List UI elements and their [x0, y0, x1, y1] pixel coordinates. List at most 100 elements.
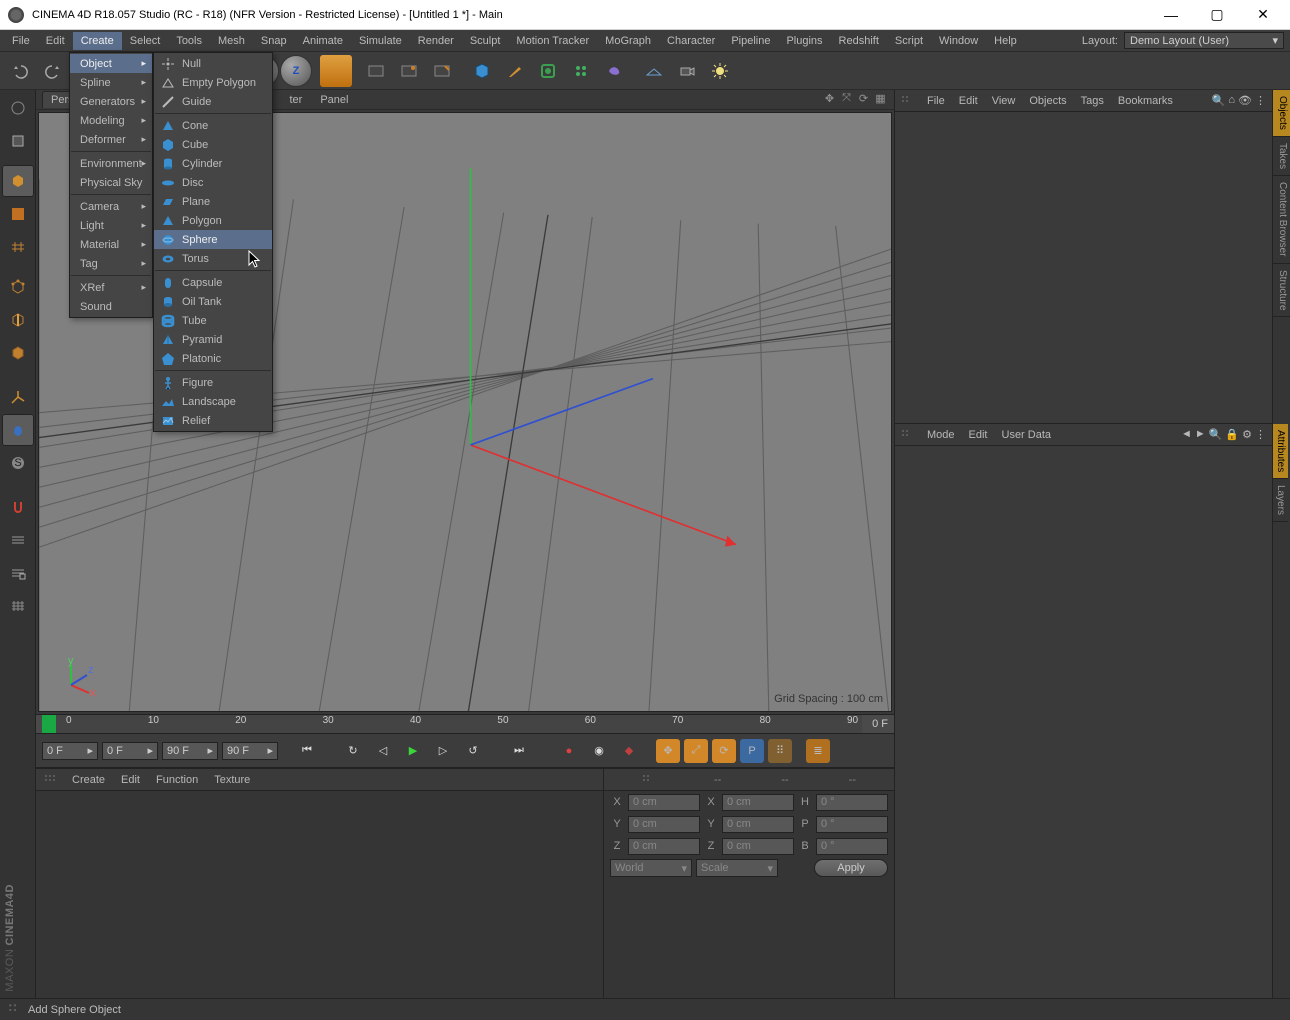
create-menu-environment[interactable]: Environment▸	[70, 154, 152, 173]
layout-combo[interactable]: Demo Layout (User)▾	[1124, 32, 1284, 49]
polygon-mode-button[interactable]	[2, 337, 34, 369]
menu-pipeline[interactable]: Pipeline	[723, 32, 778, 50]
coord-b-rot[interactable]: 0 °	[816, 838, 888, 855]
create-menu-tag[interactable]: Tag▸	[70, 254, 152, 273]
object-menu-pyramid[interactable]: Pyramid	[154, 330, 272, 349]
viewport-menu-panel[interactable]: Panel	[312, 94, 356, 106]
key-pla-button[interactable]: ⠿	[768, 739, 792, 763]
create-menu-deformer[interactable]: Deformer▸	[70, 130, 152, 149]
object-menu-polygon[interactable]: Polygon	[154, 211, 272, 230]
go-start-button[interactable]: ⏮	[294, 738, 320, 764]
object-menu-tube[interactable]: Tube	[154, 311, 272, 330]
menu-render[interactable]: Render	[410, 32, 462, 50]
loop-button[interactable]: ↻	[340, 738, 366, 764]
mat-menu-function[interactable]: Function	[156, 774, 198, 786]
menu-create[interactable]: Create	[73, 32, 122, 50]
zoom-view-icon[interactable]: ⤧	[839, 92, 854, 107]
frame-to-field[interactable]: 90 F▸	[162, 742, 218, 760]
obj-menu-bookmarks[interactable]: Bookmarks	[1118, 95, 1173, 107]
coord-apply-button[interactable]: Apply	[814, 859, 888, 877]
object-mode-button[interactable]	[2, 165, 34, 197]
create-menu-xref[interactable]: XRef▸	[70, 278, 152, 297]
menu-simulate[interactable]: Simulate	[351, 32, 410, 50]
eye-icon[interactable]: 👁	[1238, 94, 1252, 107]
attr-menu-mode[interactable]: Mode	[927, 429, 955, 441]
menu-help[interactable]: Help	[986, 32, 1025, 50]
obj-menu-edit[interactable]: Edit	[959, 95, 978, 107]
sidetab-attributes[interactable]: Attributes	[1273, 424, 1288, 479]
create-menu-generators[interactable]: Generators▸	[70, 92, 152, 111]
object-menu-landscape[interactable]: Landscape	[154, 392, 272, 411]
sidetab-takes[interactable]: Takes	[1273, 137, 1290, 176]
object-menu-empty-polygon[interactable]: Empty Polygon	[154, 73, 272, 92]
coord-z-pos[interactable]: 0 cm	[628, 838, 700, 855]
object-menu-relief[interactable]: Relief	[154, 411, 272, 430]
mat-menu-edit[interactable]: Edit	[121, 774, 140, 786]
menu-sculpt[interactable]: Sculpt	[462, 32, 509, 50]
frame-from-field[interactable]: 0 F▸	[102, 742, 158, 760]
timeline-playhead[interactable]	[42, 715, 56, 733]
object-menu-cylinder[interactable]: Cylinder	[154, 154, 272, 173]
key-pos-button[interactable]: ✥	[656, 739, 680, 763]
sidetab-layers[interactable]: Layers	[1273, 479, 1288, 522]
go-end-button[interactable]: ⏭	[506, 738, 532, 764]
model-mode-button[interactable]	[2, 125, 34, 157]
key-param-button[interactable]: P	[740, 739, 764, 763]
menu-snap[interactable]: Snap	[253, 32, 295, 50]
light-button[interactable]	[704, 55, 736, 87]
snap-button[interactable]	[2, 491, 34, 523]
object-menu-platonic[interactable]: Platonic	[154, 349, 272, 368]
soft-select-button[interactable]: S	[2, 447, 34, 479]
obj-menu-objects[interactable]: Objects	[1029, 95, 1066, 107]
generator-button[interactable]	[532, 55, 564, 87]
keyframe-set-button[interactable]: ◆	[616, 738, 642, 764]
obj-menu-file[interactable]: File	[927, 95, 945, 107]
menu-mograph[interactable]: MoGraph	[597, 32, 659, 50]
record-button[interactable]: ●	[556, 738, 582, 764]
coord-z-size[interactable]: 0 cm	[722, 838, 794, 855]
mograph-button[interactable]	[565, 55, 597, 87]
object-submenu[interactable]: NullEmpty PolygonGuideConeCubeCylinderDi…	[153, 52, 273, 432]
object-menu-plane[interactable]: Plane	[154, 192, 272, 211]
minimize-button[interactable]: —	[1148, 0, 1194, 30]
object-menu-guide[interactable]: Guide	[154, 92, 272, 111]
search-icon[interactable]: 🔍	[1209, 428, 1223, 441]
workplane-button[interactable]	[2, 231, 34, 263]
object-menu-figure[interactable]: Figure	[154, 373, 272, 392]
create-menu-camera[interactable]: Camera▸	[70, 197, 152, 216]
attr-menu-edit[interactable]: Edit	[969, 429, 988, 441]
fcurve-button[interactable]: ≣	[806, 739, 830, 763]
create-menu-modeling[interactable]: Modeling▸	[70, 111, 152, 130]
menu-icon[interactable]: ⋮	[1255, 428, 1266, 441]
coord-x-size[interactable]: 0 cm	[722, 794, 794, 811]
menu-character[interactable]: Character	[659, 32, 723, 50]
sidetab-objects[interactable]: Objects	[1273, 90, 1290, 137]
viewport-menu-ter[interactable]: ter	[281, 94, 310, 106]
create-menu-light[interactable]: Light▸	[70, 216, 152, 235]
object-menu-null[interactable]: Null	[154, 54, 272, 73]
camera-button[interactable]	[671, 55, 703, 87]
menu-select[interactable]: Select	[122, 32, 169, 50]
move-view-icon[interactable]: ✥	[822, 92, 837, 107]
toggle-views-icon[interactable]: ▦	[873, 92, 888, 107]
go-live-button[interactable]: ↺	[460, 738, 486, 764]
point-mode-button[interactable]	[2, 271, 34, 303]
close-button[interactable]: ✕	[1240, 0, 1286, 30]
object-menu-capsule[interactable]: Capsule	[154, 273, 272, 292]
obj-menu-view[interactable]: View	[992, 95, 1016, 107]
timeline-track[interactable]: 0102030405060708090	[42, 715, 862, 733]
create-menu-spline[interactable]: Spline▸	[70, 73, 152, 92]
object-menu-torus[interactable]: Torus	[154, 249, 272, 268]
play-button[interactable]: ▶	[400, 738, 426, 764]
frame-end-field[interactable]: 90 F▸	[222, 742, 278, 760]
coord-scale-combo[interactable]: Scale▾	[696, 859, 778, 877]
redo-button[interactable]	[37, 55, 69, 87]
menu-animate[interactable]: Animate	[295, 32, 351, 50]
search-icon[interactable]: 🔍	[1212, 94, 1226, 107]
workplane-snap-button[interactable]	[2, 524, 34, 556]
sidetab-content[interactable]: Content Browser	[1273, 176, 1290, 263]
menu-motion-tracker[interactable]: Motion Tracker	[508, 32, 597, 50]
menu-file[interactable]: File	[4, 32, 38, 50]
undo-button[interactable]	[4, 55, 36, 87]
key-scale-button[interactable]: ⤢	[684, 739, 708, 763]
